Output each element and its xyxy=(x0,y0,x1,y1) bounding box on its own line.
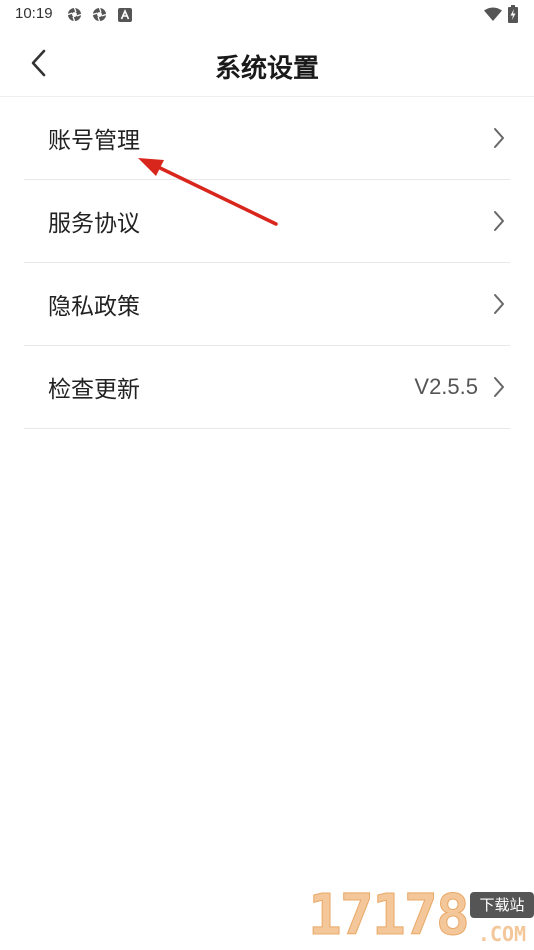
settings-row-label: 账号管理 xyxy=(48,128,140,154)
chevron-right-icon xyxy=(492,375,506,399)
watermark-digit: 7 xyxy=(340,883,375,948)
watermark-digit: 7 xyxy=(404,883,439,948)
header: 系统设置 xyxy=(0,28,534,97)
settings-row-label: 服务协议 xyxy=(48,211,140,237)
chevron-right-icon xyxy=(492,209,506,233)
settings-row-service-agreement[interactable]: 服务协议 xyxy=(24,180,510,263)
page-title: 系统设置 xyxy=(214,54,319,84)
settings-row-privacy-policy[interactable]: 隐私政策 xyxy=(24,263,510,346)
android-notification-icon xyxy=(118,7,133,22)
battery-charging-icon xyxy=(508,5,518,23)
wifi-icon xyxy=(484,7,502,22)
settings-row-label: 隐私政策 xyxy=(48,294,140,320)
aperture-icon xyxy=(92,7,107,22)
watermark-digit: 1 xyxy=(308,883,343,948)
status-time: 10:19 xyxy=(15,5,53,22)
app-version-value: V2.5.5 xyxy=(414,374,478,399)
status-bar: 10:19 xyxy=(0,0,534,28)
settings-row-check-update[interactable]: 检查更新 V2.5.5 xyxy=(24,346,510,429)
settings-list: 账号管理 服务协议 隐私政策 检查更新 V2.5.5 xyxy=(24,97,510,429)
chevron-right-icon xyxy=(492,126,506,150)
watermark-digit: 8 xyxy=(436,883,471,948)
watermark-badge: 下载站 xyxy=(470,892,534,918)
settings-row-label: 检查更新 xyxy=(48,377,140,403)
settings-row-account-management[interactable]: 账号管理 xyxy=(24,97,510,180)
watermark-domain: .COM xyxy=(477,922,527,946)
watermark-digit: 1 xyxy=(372,883,407,948)
aperture-icon xyxy=(67,7,82,22)
site-watermark-logo: 1 7 1 7 8 下载站 .COM xyxy=(306,884,534,950)
chevron-right-icon xyxy=(492,292,506,316)
